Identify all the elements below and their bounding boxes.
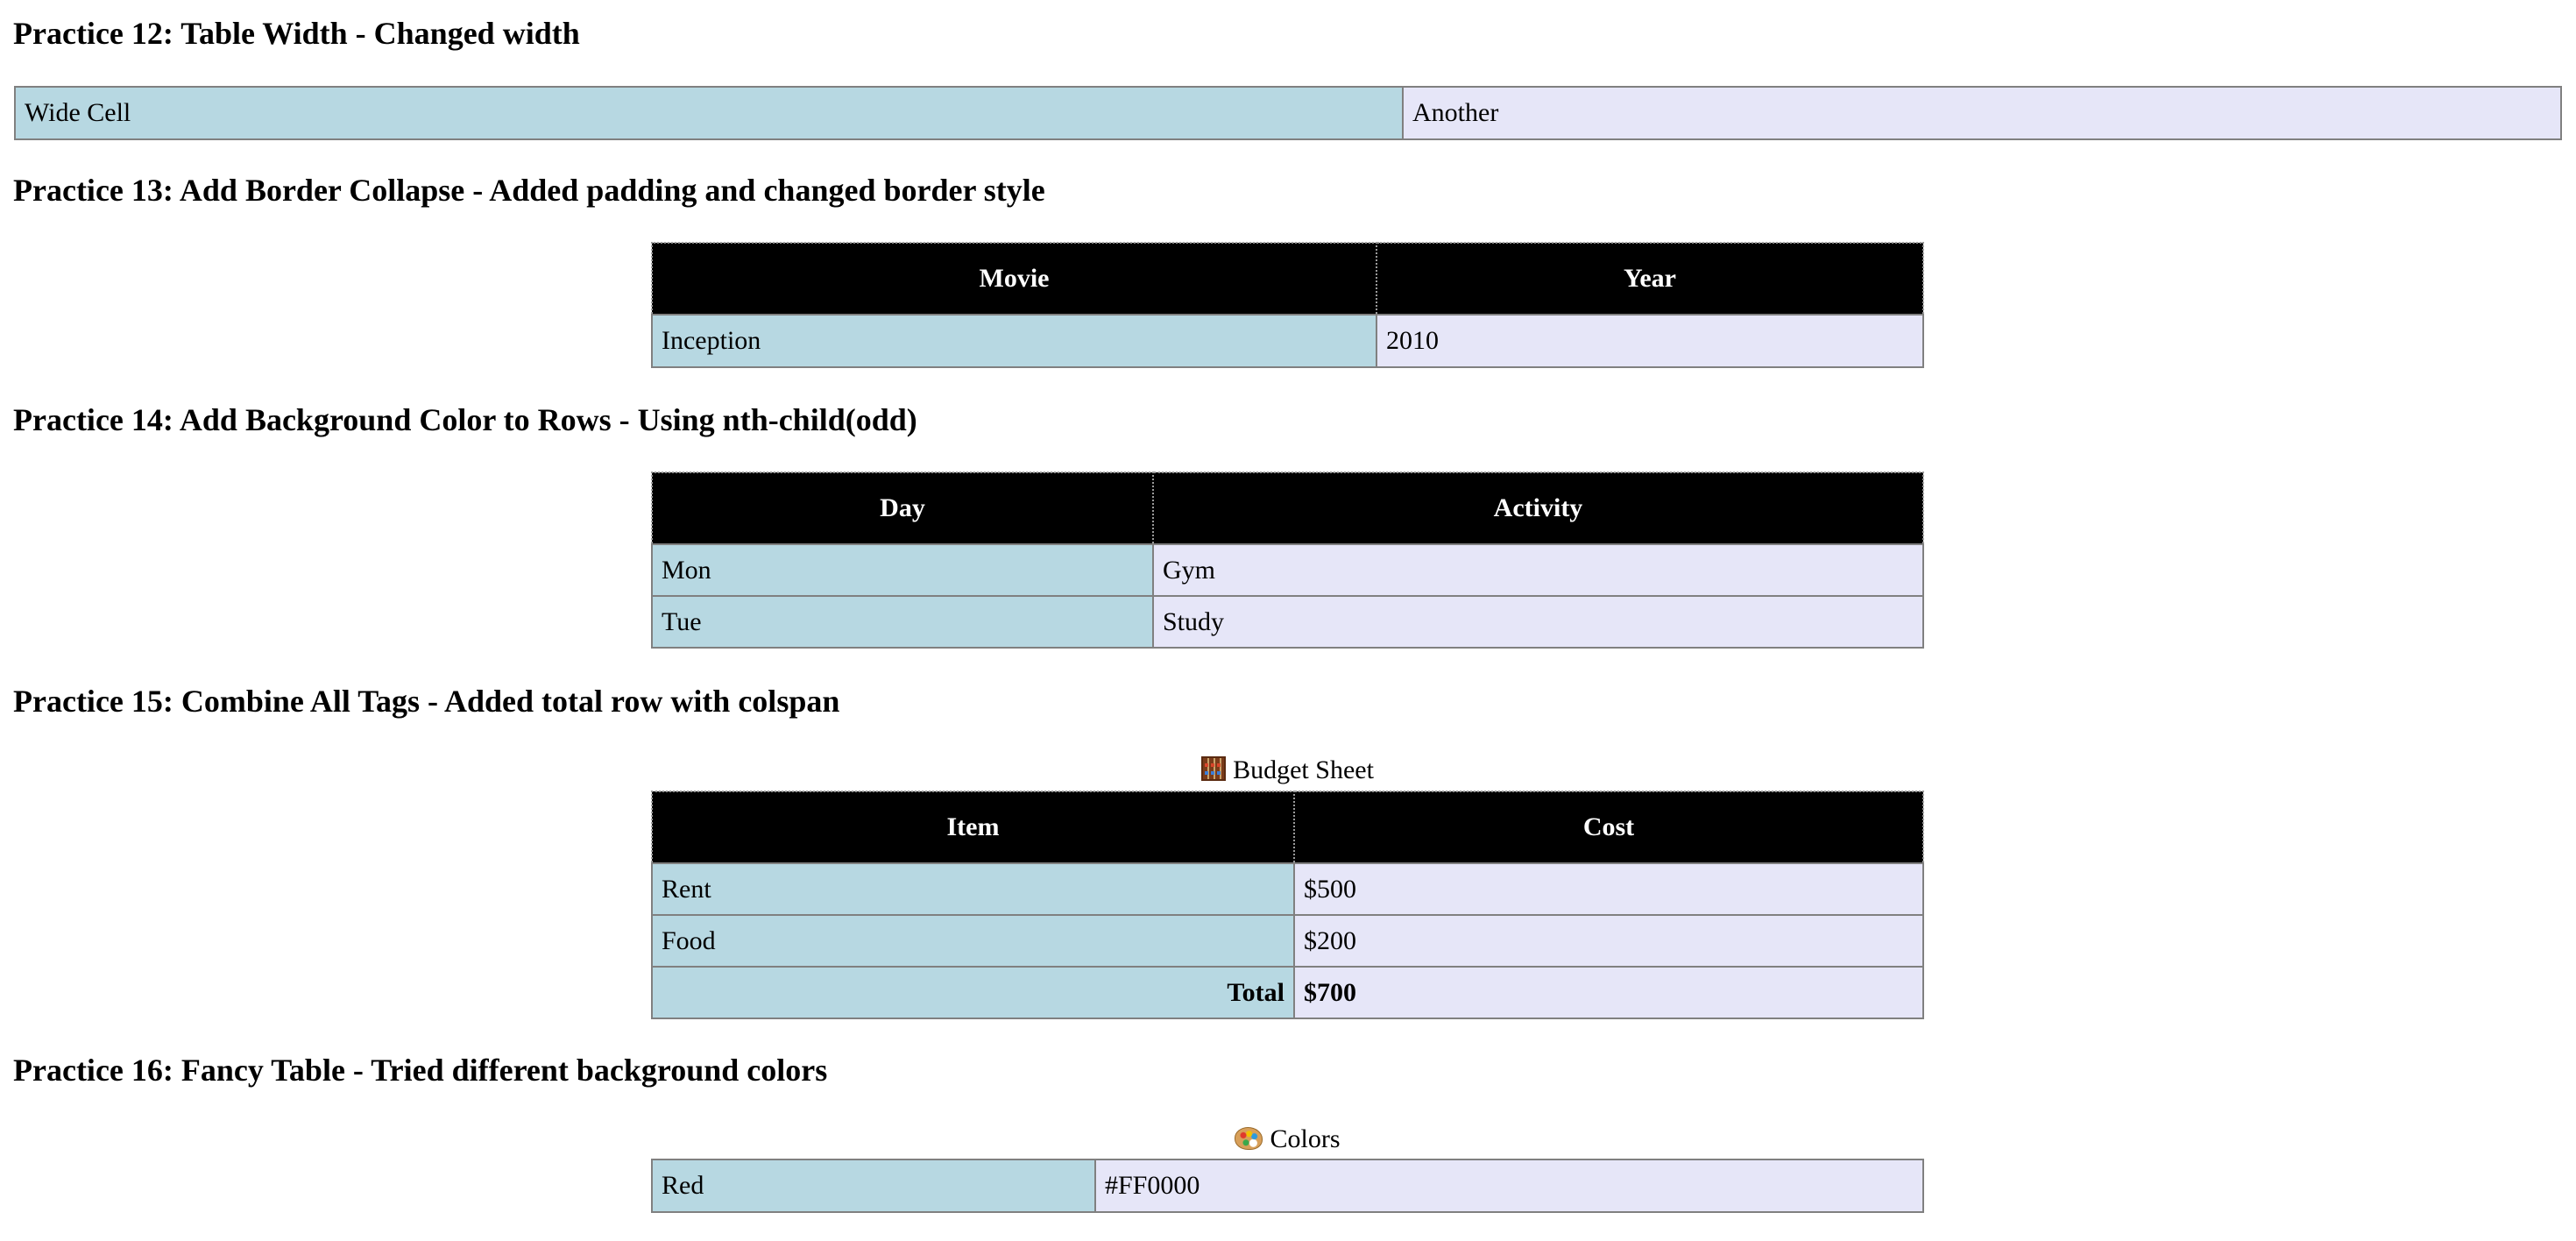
table-cell: Inception bbox=[651, 314, 1377, 368]
table-cell: 2010 bbox=[1376, 314, 1924, 368]
practice-16-table: Red #FF0000 bbox=[651, 1159, 1924, 1213]
colors-caption: Colors bbox=[651, 1122, 1924, 1157]
practice-12-heading: Practice 12: Table Width - Changed width bbox=[13, 16, 580, 51]
practice-13-table: Movie Year Inception 2010 bbox=[651, 242, 1924, 368]
table-cell: Wide Cell bbox=[14, 86, 1404, 140]
practice-15-table: Item Cost Rent $500 Food $200 Total $700 bbox=[651, 791, 1924, 1019]
practice-15-heading: Practice 15: Combine All Tags - Added to… bbox=[13, 684, 840, 719]
table-row: Inception 2010 bbox=[651, 314, 1924, 368]
total-row: Total $700 bbox=[651, 966, 1924, 1019]
table-row: Rent $500 bbox=[651, 862, 1924, 916]
table-cell: Gym bbox=[1152, 543, 1924, 597]
table-cell: Tue bbox=[651, 595, 1154, 649]
abacus-icon bbox=[1201, 756, 1227, 781]
table-cell: Study bbox=[1152, 595, 1924, 649]
table-header-row: Movie Year bbox=[651, 242, 1924, 316]
table-row: Tue Study bbox=[651, 595, 1924, 649]
total-value: $700 bbox=[1293, 966, 1924, 1019]
table-cell: $500 bbox=[1293, 862, 1924, 916]
table-cell: Another bbox=[1402, 86, 2562, 140]
table-cell: Red bbox=[651, 1159, 1096, 1213]
budget-sheet-caption: Budget Sheet bbox=[651, 753, 1924, 788]
palette-icon bbox=[1235, 1127, 1263, 1150]
column-header-item: Item bbox=[651, 791, 1295, 864]
column-header-year: Year bbox=[1376, 242, 1924, 316]
column-header-day: Day bbox=[651, 472, 1154, 545]
practice-16-heading: Practice 16: Fancy Table - Tried differe… bbox=[13, 1053, 828, 1088]
table-cell: #FF0000 bbox=[1094, 1159, 1924, 1213]
practice-14-heading: Practice 14: Add Background Color to Row… bbox=[13, 402, 917, 437]
caption-text: Colors bbox=[1270, 1124, 1341, 1153]
table-cell: $200 bbox=[1293, 914, 1924, 968]
practice-12-table: Wide Cell Another bbox=[14, 86, 2562, 140]
column-header-cost: Cost bbox=[1293, 791, 1924, 864]
caption-text: Budget Sheet bbox=[1233, 755, 1374, 784]
table-cell: Food bbox=[651, 914, 1295, 968]
table-row: Red #FF0000 bbox=[651, 1159, 1924, 1213]
table-row: Wide Cell Another bbox=[14, 86, 2562, 140]
column-header-activity: Activity bbox=[1152, 472, 1924, 545]
table-row: Food $200 bbox=[651, 914, 1924, 968]
table-row: Mon Gym bbox=[651, 543, 1924, 597]
total-label: Total bbox=[651, 966, 1295, 1019]
table-cell: Mon bbox=[651, 543, 1154, 597]
table-header-row: Item Cost bbox=[651, 791, 1924, 864]
table-cell: Rent bbox=[651, 862, 1295, 916]
practice-13-heading: Practice 13: Add Border Collapse - Added… bbox=[13, 173, 1045, 208]
column-header-movie: Movie bbox=[651, 242, 1377, 316]
table-header-row: Day Activity bbox=[651, 472, 1924, 545]
practice-14-table: Day Activity Mon Gym Tue Study bbox=[651, 472, 1924, 649]
